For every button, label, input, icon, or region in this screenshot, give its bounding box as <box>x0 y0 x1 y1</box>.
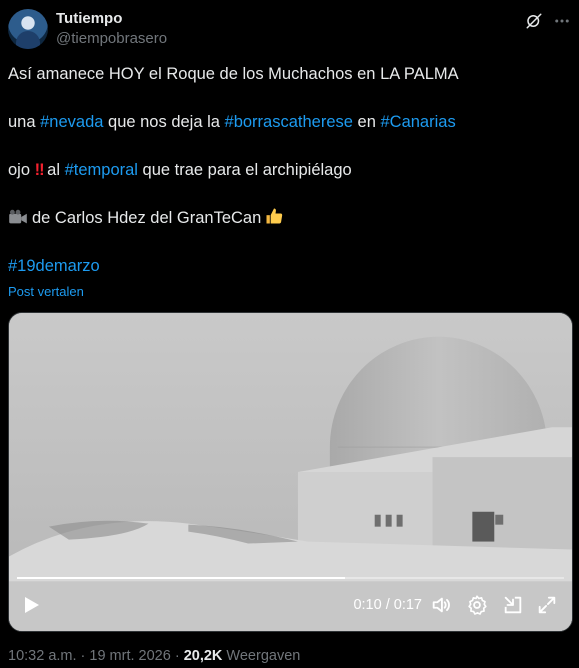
hashtag-borrascatherese[interactable]: #borrascatherese <box>225 113 353 131</box>
hashtag-canarias[interactable]: #Canarias <box>380 113 455 131</box>
video-player[interactable]: 0:10 / 0:17 <box>8 312 573 632</box>
text-fragment: de Carlos Hdez del GranTeCan <box>32 209 262 227</box>
more-icon[interactable] <box>553 12 571 30</box>
post-timestamp[interactable]: 10:32 a.m. · 19 mrt. 2026 · <box>8 648 184 664</box>
tweet-body: Así amanece HOY el Roque de los Muchacho… <box>8 62 568 278</box>
hashtag-nevada[interactable]: #nevada <box>40 113 103 131</box>
volume-icon[interactable] <box>430 594 452 616</box>
tweet-line-1: Así amanece HOY el Roque de los Muchacho… <box>8 65 459 83</box>
video-time: 0:10 / 0:17 <box>353 597 422 613</box>
hashtag-temporal[interactable]: #temporal <box>65 161 138 179</box>
settings-icon[interactable] <box>466 594 488 616</box>
hashtag-19demarzo[interactable]: #19demarzo <box>8 257 100 275</box>
dock-icon[interactable] <box>502 594 524 616</box>
tweet-line-5: #19demarzo <box>8 254 568 278</box>
text-fragment: que nos deja la <box>103 113 225 131</box>
video-progress-bar[interactable] <box>17 577 564 579</box>
translate-post-link[interactable]: Post vertalen <box>8 284 84 299</box>
grok-icon[interactable] <box>525 12 543 30</box>
tweet-line-2: una #nevada que nos deja la #borrascathe… <box>8 110 568 134</box>
text-fragment: una <box>8 113 41 131</box>
tweet-footer: 10:32 a.m. · 19 mrt. 2026 · 20,2K Weerga… <box>8 648 300 664</box>
author-handle[interactable]: @tiempobrasero <box>56 30 167 47</box>
author-name[interactable]: Tutiempo <box>56 10 122 27</box>
avatar[interactable] <box>8 9 48 49</box>
tweet-line-4: de Carlos Hdez del GranTeCan <box>8 206 568 230</box>
thumbs-up-icon <box>266 208 283 224</box>
double-exclamation-icon: ‼ <box>34 161 45 179</box>
views-count: 20,2K <box>183 648 223 664</box>
text-fragment: al <box>42 161 65 179</box>
tweet-line-3: ojo ‼ al #temporal que trae para el arch… <box>8 158 568 182</box>
text-fragment: ojo <box>8 161 35 179</box>
views-label: Weergaven <box>222 648 301 664</box>
text-fragment: en <box>352 113 381 131</box>
video-camera-icon <box>9 209 27 224</box>
video-controls: 0:10 / 0:17 <box>9 581 572 631</box>
text-fragment: que trae para el archipiélago <box>137 161 352 179</box>
fullscreen-icon[interactable] <box>536 594 558 616</box>
tweet-header: Tutiempo @tiempobrasero <box>8 9 571 49</box>
video-progress-fill <box>17 577 346 579</box>
play-icon[interactable] <box>19 593 43 617</box>
